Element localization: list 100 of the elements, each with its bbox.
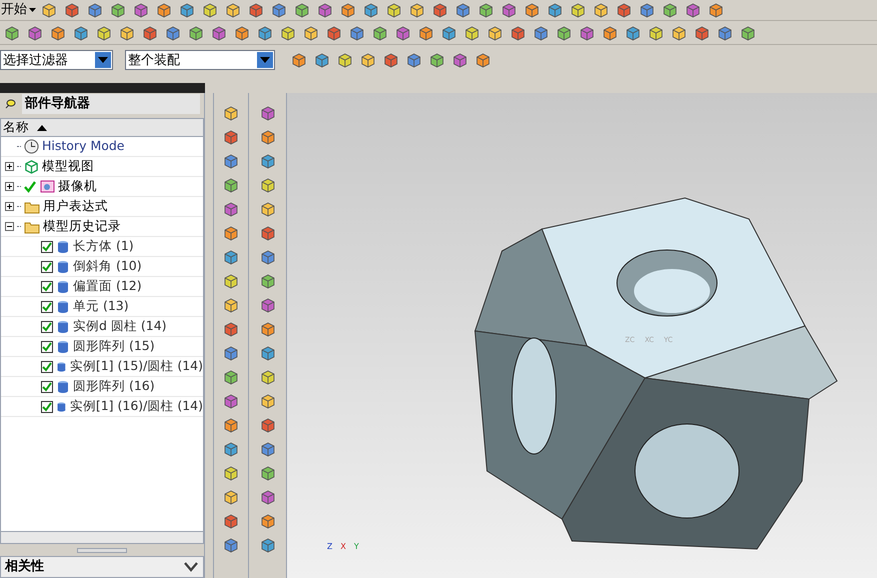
tree-item[interactable]: 摄像机: [1, 177, 203, 197]
cube-icon[interactable]: [41, 2, 57, 18]
cube-icon[interactable]: [386, 2, 402, 18]
checkbox-icon[interactable]: [41, 300, 53, 312]
tree-item[interactable]: 模型历史记录: [1, 217, 203, 237]
cube-icon[interactable]: [337, 52, 353, 68]
cube-icon[interactable]: [429, 52, 445, 68]
checkbox-icon[interactable]: [41, 380, 53, 392]
cube-icon[interactable]: [260, 417, 276, 433]
checkbox-icon[interactable]: [41, 400, 53, 412]
cube-icon[interactable]: [625, 24, 641, 40]
tree-item[interactable]: 实例d 圆柱 (14): [1, 317, 203, 337]
tree-item[interactable]: 倒斜角 (10): [1, 257, 203, 277]
cube-icon[interactable]: [662, 2, 678, 18]
cube-icon[interactable]: [223, 345, 239, 361]
scrollbar[interactable]: [1, 531, 203, 543]
tree-item[interactable]: 圆形阵列 (16): [1, 377, 203, 397]
cube-icon[interactable]: [223, 225, 239, 241]
checkbox-icon[interactable]: [41, 340, 53, 352]
cube-icon[interactable]: [570, 2, 586, 18]
tree-item[interactable]: 长方体 (1): [1, 237, 203, 257]
tree-item[interactable]: 偏置面 (12): [1, 277, 203, 297]
cube-icon[interactable]: [260, 153, 276, 169]
cube-icon[interactable]: [64, 2, 80, 18]
cube-icon[interactable]: [223, 153, 239, 169]
cube-icon[interactable]: [223, 393, 239, 409]
cube-icon[interactable]: [452, 52, 468, 68]
cube-icon[interactable]: [165, 24, 181, 40]
cube-icon[interactable]: [372, 24, 388, 40]
cube-icon[interactable]: [363, 2, 379, 18]
dependency-panel-header[interactable]: 相关性: [0, 556, 204, 578]
cube-icon[interactable]: [260, 321, 276, 337]
plus-box-icon[interactable]: [5, 162, 14, 171]
tree-item[interactable]: 用户表达式: [1, 197, 203, 217]
cube-icon[interactable]: [685, 2, 701, 18]
cube-icon[interactable]: [234, 24, 250, 40]
checkbox-icon[interactable]: [41, 320, 53, 332]
tree-item[interactable]: 实例[1] (16)/圆柱 (14): [1, 397, 203, 417]
cube-icon[interactable]: [579, 24, 595, 40]
cube-icon[interactable]: [294, 2, 310, 18]
cube-icon[interactable]: [501, 2, 517, 18]
cube-icon[interactable]: [260, 249, 276, 265]
checkbox-icon[interactable]: [41, 280, 53, 292]
tree-item[interactable]: 模型视图: [1, 157, 203, 177]
cube-icon[interactable]: [547, 2, 563, 18]
cube-icon[interactable]: [73, 24, 89, 40]
cube-icon[interactable]: [257, 24, 273, 40]
cube-icon[interactable]: [260, 297, 276, 313]
cube-icon[interactable]: [223, 201, 239, 217]
tree-item[interactable]: History Mode: [1, 137, 203, 157]
cube-icon[interactable]: [260, 273, 276, 289]
filter-dropdown[interactable]: 选择过滤器: [0, 50, 113, 70]
cube-icon[interactable]: [524, 2, 540, 18]
cube-icon[interactable]: [314, 52, 330, 68]
cube-icon[interactable]: [223, 513, 239, 529]
cube-icon[interactable]: [248, 2, 264, 18]
cube-icon[interactable]: [119, 24, 135, 40]
cube-icon[interactable]: [223, 369, 239, 385]
cube-icon[interactable]: [223, 321, 239, 337]
cube-icon[interactable]: [260, 393, 276, 409]
cube-icon[interactable]: [223, 177, 239, 193]
filter-dropdown[interactable]: 整个装配: [125, 50, 275, 70]
cube-icon[interactable]: [475, 52, 491, 68]
cube-icon[interactable]: [556, 24, 572, 40]
plus-box-icon[interactable]: [5, 202, 14, 211]
minus-box-icon[interactable]: [5, 222, 14, 231]
cube-icon[interactable]: [223, 489, 239, 505]
cube-icon[interactable]: [223, 465, 239, 481]
cube-icon[interactable]: [708, 2, 724, 18]
cube-icon[interactable]: [188, 24, 204, 40]
cube-icon[interactable]: [303, 24, 319, 40]
cube-icon[interactable]: [360, 52, 376, 68]
cube-icon[interactable]: [455, 2, 471, 18]
plus-box-icon[interactable]: [5, 182, 14, 191]
cube-icon[interactable]: [260, 201, 276, 217]
cube-icon[interactable]: [27, 24, 43, 40]
cube-icon[interactable]: [593, 2, 609, 18]
cube-icon[interactable]: [340, 2, 356, 18]
chevron-icon[interactable]: [184, 562, 198, 572]
cube-icon[interactable]: [260, 105, 276, 121]
cube-icon[interactable]: [717, 24, 733, 40]
cube-icon[interactable]: [260, 441, 276, 457]
cube-icon[interactable]: [383, 52, 399, 68]
cube-icon[interactable]: [223, 417, 239, 433]
cube-icon[interactable]: [260, 513, 276, 529]
cube-icon[interactable]: [211, 24, 227, 40]
cube-icon[interactable]: [87, 2, 103, 18]
checkbox-icon[interactable]: [41, 360, 53, 372]
column-header[interactable]: 名称: [1, 119, 203, 137]
cube-icon[interactable]: [349, 24, 365, 40]
cube-icon[interactable]: [639, 2, 655, 18]
tree-item[interactable]: 单元 (13): [1, 297, 203, 317]
cube-icon[interactable]: [740, 24, 756, 40]
cube-icon[interactable]: [223, 105, 239, 121]
cube-icon[interactable]: [260, 369, 276, 385]
cube-icon[interactable]: [223, 273, 239, 289]
cube-icon[interactable]: [50, 24, 66, 40]
tree-item[interactable]: 实例[1] (15)/圆柱 (14): [1, 357, 203, 377]
checkbox-icon[interactable]: [41, 260, 53, 272]
cube-icon[interactable]: [260, 225, 276, 241]
